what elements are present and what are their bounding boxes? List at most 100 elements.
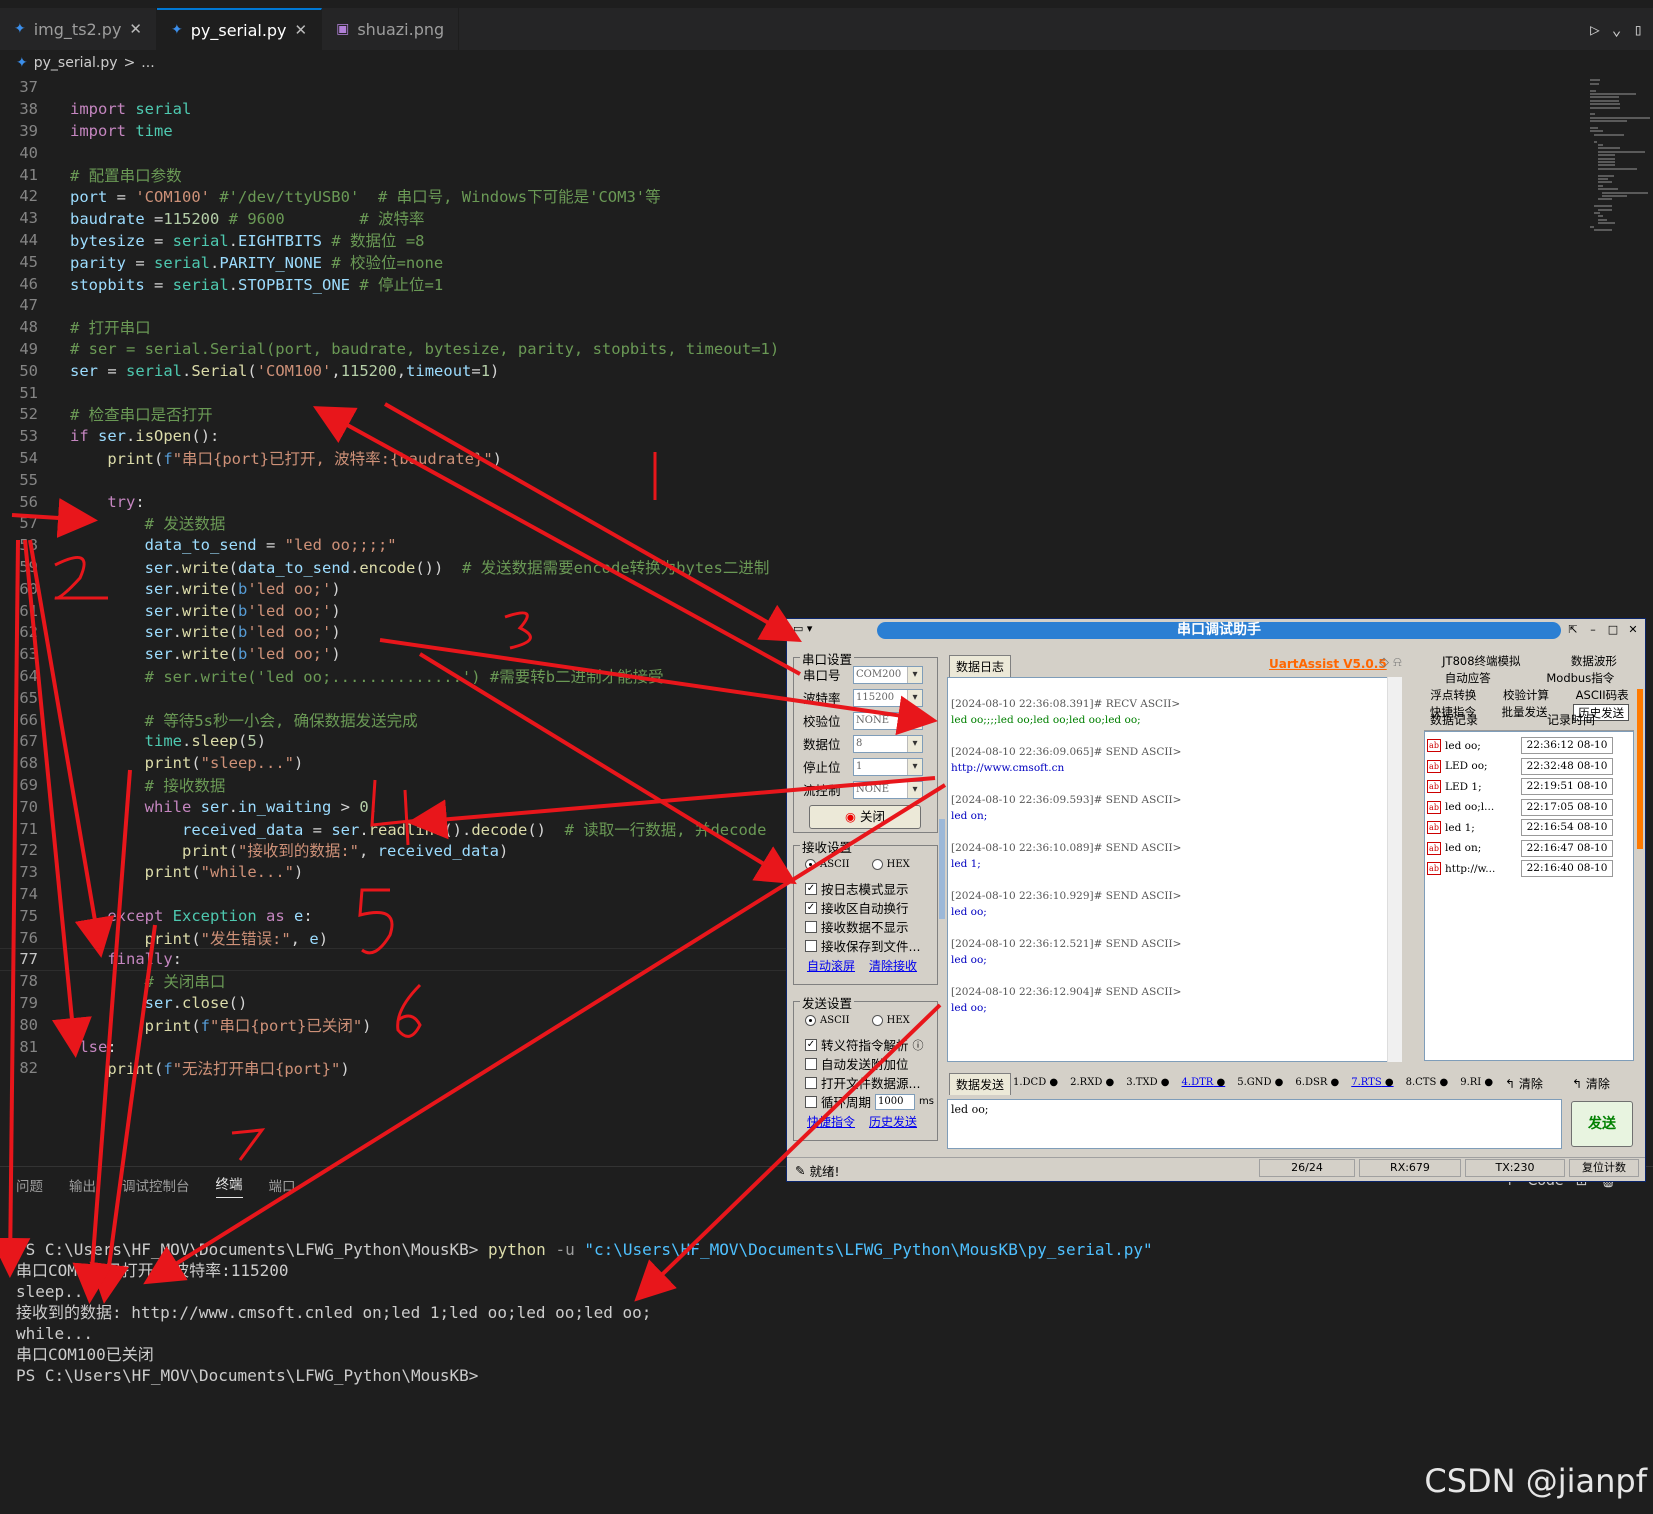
send-option[interactable]: 打开文件数据源...	[805, 1073, 920, 1092]
minimap[interactable]	[1586, 76, 1653, 256]
pin-indicator[interactable]: 7.RTS ●	[1351, 1077, 1393, 1088]
checkbox[interactable]	[805, 1095, 817, 1108]
panel-tab[interactable]: 调试控制台	[122, 1175, 190, 1195]
editor-tab[interactable]: ▣ shuazi.png	[322, 8, 460, 50]
history-row[interactable]: ab LED oo; 22:32:48 08-10	[1427, 757, 1613, 776]
code-line[interactable]: 53 if ser.isOpen():	[0, 425, 1590, 448]
send-button[interactable]: 发送	[1571, 1101, 1633, 1147]
close-tab-icon[interactable]: ✕	[295, 21, 308, 39]
auto-scroll-link[interactable]: 自动滚屏	[807, 957, 855, 974]
databits-select[interactable]: 8	[853, 734, 923, 753]
panel-tab[interactable]: 问题	[16, 1175, 43, 1195]
pin-icon[interactable]: ⇱	[1565, 622, 1581, 637]
recv-option[interactable]: 接收保存到文件...	[805, 936, 920, 955]
code-line[interactable]: 51	[0, 381, 1590, 404]
right-panel-tab[interactable]: JT808终端模拟	[1442, 653, 1520, 670]
info-icon[interactable]: ⓘ	[913, 1037, 924, 1053]
code-line[interactable]: 50 ser = serial.Serial('COM100',115200,ti…	[0, 359, 1590, 382]
editor-tab[interactable]: ✦ img_ts2.py ✕	[0, 8, 157, 50]
panel-tab[interactable]: 输出	[69, 1175, 96, 1195]
checkbox[interactable]	[805, 939, 817, 952]
send-input[interactable]: led oo;	[947, 1099, 1562, 1149]
send-option[interactable]: ✓ 转义符指令解析 ⓘ	[805, 1035, 924, 1054]
recv-option[interactable]: ✓ 按日志模式显示	[805, 879, 909, 898]
close-icon[interactable]: ✕	[1625, 622, 1641, 637]
code-line[interactable]: 52 # 检查串口是否打开	[0, 403, 1590, 426]
parity-select[interactable]: NONE	[853, 711, 923, 730]
checkbox[interactable]: ✓	[805, 1038, 817, 1051]
breadcrumb-more[interactable]: ...	[141, 55, 154, 71]
code-line[interactable]: 42 port = 'COM100' #'/dev/ttyUSB0' # 串口号,…	[0, 185, 1590, 208]
history-row[interactable]: ab http://w... 22:16:40 08-10	[1427, 859, 1613, 878]
breadcrumb-file[interactable]: py_serial.py	[34, 55, 118, 71]
checkbox[interactable]	[805, 920, 817, 933]
port-select[interactable]: COM200	[853, 665, 923, 684]
code-line[interactable]: 40	[0, 141, 1590, 164]
run-icon[interactable]: ▷	[1590, 20, 1600, 39]
close-port-button[interactable]: ◉ 关闭	[809, 805, 921, 829]
recv-option[interactable]: 接收数据不显示	[805, 917, 909, 936]
uart-title-bar[interactable]: ▭ ▾ 串口调试助手 ⇱ – □ ✕	[787, 619, 1645, 641]
code-line[interactable]: 43 baudrate =115200 # 9600 # 波特率	[0, 207, 1590, 230]
code-line[interactable]: 44 bytesize = serial.EIGHTBITS # 数据位 =8	[0, 229, 1590, 252]
code-line[interactable]: 45 parity = serial.PARITY_NONE # 校验位=none	[0, 250, 1590, 273]
panel-tab[interactable]: 端口	[269, 1175, 296, 1195]
history-row[interactable]: ab led oo;l... 22:17:05 08-10	[1427, 798, 1613, 817]
code-line[interactable]: 56 try:	[0, 490, 1590, 513]
editor-tab[interactable]: ✦ py_serial.py ✕	[157, 8, 323, 50]
recv-option[interactable]: ✓ 接收区自动换行	[805, 898, 909, 917]
send-option[interactable]: 自动发送附加位	[805, 1054, 909, 1073]
code-line[interactable]: 39 import time	[0, 120, 1590, 143]
code-line[interactable]: 48 # 打开串口	[0, 316, 1590, 339]
history-row[interactable]: ab led on; 22:16:47 08-10	[1427, 839, 1613, 858]
right-panel-tab[interactable]: 自动应答	[1445, 670, 1491, 687]
flow-select[interactable]: NONE	[853, 780, 923, 799]
code-line[interactable]: 37	[0, 76, 1590, 99]
code-line[interactable]: 41 # 配置串口参数	[0, 163, 1590, 186]
stopbits-select[interactable]: 1	[853, 757, 923, 776]
history-row[interactable]: ab LED 1; 22:19:51 08-10	[1427, 777, 1613, 796]
right-panel-tab[interactable]: Modbus指令	[1546, 670, 1614, 687]
shortcut-cmd-link[interactable]: 快捷指令	[807, 1113, 855, 1130]
checkbox[interactable]: ✓	[805, 882, 817, 895]
maximize-icon[interactable]: □	[1605, 622, 1621, 637]
log-area[interactable]: [2024-08-10 22:36:08.391]# RECV ASCII> le…	[947, 677, 1402, 1062]
code-line[interactable]: 60 ser.write(b'led oo;')	[0, 577, 1590, 600]
send-ascii-radio[interactable]	[805, 1015, 816, 1026]
code-line[interactable]: 38 import serial	[0, 98, 1590, 121]
right-panel-tab[interactable]: 数据波形	[1571, 653, 1617, 670]
close-tab-icon[interactable]: ✕	[129, 20, 142, 38]
terminal-output[interactable]: PS C:\Users\HF_MOV\Documents\LFWG_Python…	[16, 1239, 1153, 1386]
code-line[interactable]: 57 # 发送数据	[0, 512, 1590, 535]
checkbox[interactable]	[805, 1076, 817, 1089]
log-scrollbar[interactable]	[1387, 677, 1402, 1062]
diamond-icon[interactable]: ◇ ⍾	[1379, 655, 1402, 670]
pin-indicator[interactable]: 4.DTR ●	[1182, 1077, 1226, 1088]
clear-recv-link[interactable]: 清除接收	[869, 957, 917, 974]
history-list[interactable]: ab led oo; 22:36:12 08-10 ab LED oo; 22:32:48…	[1424, 731, 1634, 1061]
code-line[interactable]: 58 data_to_send = "led oo;;;;"	[0, 534, 1590, 557]
send-option[interactable]: 循环周期 1000 ms	[805, 1092, 934, 1111]
checkbox[interactable]	[805, 1057, 817, 1070]
code-line[interactable]: 54 print(f"串口{port}已打开, 波特率:{baudrate}")	[0, 447, 1590, 470]
history-scrollbar[interactable]	[1637, 689, 1643, 849]
reset-count-button[interactable]: 复位计数	[1569, 1159, 1639, 1177]
system-menu-icon[interactable]: ▭ ▾	[793, 622, 812, 635]
code-line[interactable]: 49 # ser = serial.Serial(port, baudrate, …	[0, 338, 1590, 361]
code-line[interactable]: 55	[0, 468, 1590, 491]
clear-history-button[interactable]: ↰ 清除	[1572, 1075, 1610, 1092]
chevron-down-icon[interactable]: ⌄	[1612, 20, 1622, 39]
log-tab[interactable]: 数据日志	[949, 655, 1012, 677]
code-line[interactable]: 47	[0, 294, 1590, 317]
right-panel-tab[interactable]: 校验计算	[1503, 687, 1549, 704]
minimize-icon[interactable]: –	[1585, 622, 1601, 637]
history-row[interactable]: ab led 1; 22:16:54 08-10	[1427, 818, 1613, 837]
checkbox[interactable]: ✓	[805, 901, 817, 914]
cycle-input[interactable]: 1000	[875, 1093, 916, 1110]
code-line[interactable]: 59 ser.write(data_to_send.encode()) # 发送…	[0, 556, 1590, 579]
history-send-link[interactable]: 历史发送	[869, 1113, 917, 1130]
send-hex-radio[interactable]	[871, 1015, 883, 1026]
recv-hex-radio[interactable]	[871, 859, 883, 870]
code-line[interactable]: 46 stopbits = serial.STOPBITS_ONE # 停止位=1	[0, 272, 1590, 295]
baud-select[interactable]: 115200	[853, 688, 923, 707]
